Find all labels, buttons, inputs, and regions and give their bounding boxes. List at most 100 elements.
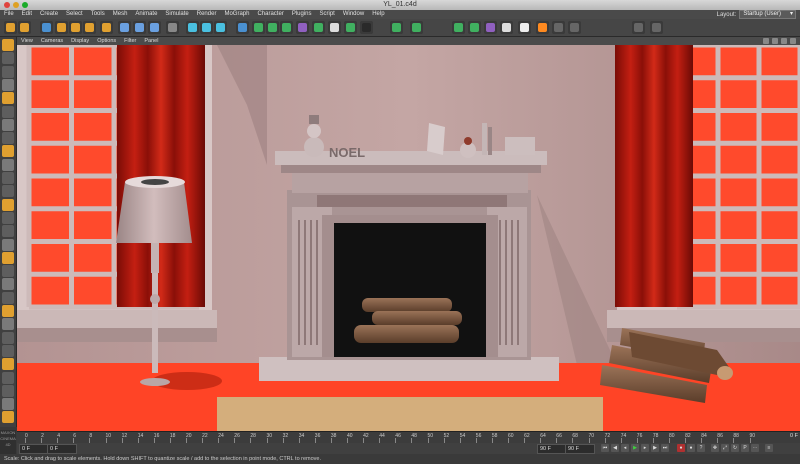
render-view-icon[interactable] bbox=[186, 21, 199, 34]
menu-render[interactable]: Render bbox=[193, 10, 221, 19]
effector-icon[interactable] bbox=[484, 21, 497, 34]
lock-icon[interactable] bbox=[568, 21, 581, 34]
snap-icon[interactable] bbox=[536, 21, 549, 34]
menu-script[interactable]: Script bbox=[316, 10, 339, 19]
render-picture-icon[interactable] bbox=[200, 21, 213, 34]
bridge-tool-icon[interactable] bbox=[2, 291, 14, 304]
window-controls[interactable] bbox=[4, 2, 28, 8]
polygons-mode-icon[interactable] bbox=[2, 105, 14, 118]
menu-window[interactable]: Window bbox=[339, 10, 368, 19]
menu-mograph[interactable]: MoGraph bbox=[220, 10, 253, 19]
go-to-start-button[interactable]: ⏮ bbox=[601, 444, 609, 452]
nurbs-icon[interactable] bbox=[410, 21, 423, 34]
light-icon[interactable] bbox=[344, 21, 357, 34]
menu-create[interactable]: Create bbox=[36, 10, 62, 19]
snap-tool-icon[interactable] bbox=[2, 158, 14, 171]
mirror-tool-icon[interactable] bbox=[2, 384, 14, 397]
zoom-window-button[interactable] bbox=[22, 2, 28, 8]
camera-icon[interactable] bbox=[328, 21, 341, 34]
cube-icon[interactable] bbox=[236, 21, 249, 34]
timeline-settings-button[interactable]: ≡ bbox=[765, 444, 773, 452]
uv-mode-icon[interactable] bbox=[2, 145, 14, 158]
select-live-icon[interactable] bbox=[40, 21, 53, 34]
previous-key-button[interactable]: ◀ bbox=[611, 444, 619, 452]
tweak-mode-icon[interactable] bbox=[2, 132, 14, 145]
viewport-menu-view[interactable]: View bbox=[17, 38, 37, 44]
viewport-menu-display[interactable]: Display bbox=[67, 38, 93, 44]
next-frame-button[interactable]: ▸ bbox=[641, 444, 649, 452]
zoom-view-icon[interactable] bbox=[772, 38, 778, 44]
points-mode-icon[interactable] bbox=[2, 78, 14, 91]
max-frame-field[interactable]: 90 F bbox=[565, 444, 595, 454]
start-frame-field[interactable]: 0 F bbox=[19, 444, 49, 454]
coord-system-icon[interactable] bbox=[166, 21, 179, 34]
play-button[interactable]: ▶ bbox=[631, 444, 639, 452]
end-frame-field[interactable]: 90 F bbox=[537, 444, 567, 454]
edges-mode-icon[interactable] bbox=[2, 92, 14, 105]
redo-icon[interactable] bbox=[18, 21, 31, 34]
layout-dropdown[interactable]: Startup (User) bbox=[739, 10, 796, 19]
texture-mode-icon[interactable] bbox=[2, 52, 14, 65]
array-icon[interactable] bbox=[280, 21, 293, 34]
tweak-tool-icon[interactable] bbox=[2, 411, 14, 424]
menu-plugins[interactable]: Plugins bbox=[288, 10, 316, 19]
toggle-view-icon[interactable] bbox=[790, 38, 796, 44]
soft-select-icon[interactable] bbox=[2, 225, 14, 238]
menu-file[interactable]: File bbox=[0, 10, 18, 19]
move-view-icon[interactable] bbox=[763, 38, 769, 44]
bevel-tool-icon[interactable] bbox=[2, 265, 14, 278]
enable-axis-icon[interactable] bbox=[2, 185, 14, 198]
deformer-icon[interactable] bbox=[296, 21, 309, 34]
previous-frame-button[interactable]: ◂ bbox=[621, 444, 629, 452]
magnet-tool-icon[interactable] bbox=[2, 238, 14, 251]
axis-mode-icon[interactable] bbox=[2, 118, 14, 131]
viewport-menu-panel[interactable]: Panel bbox=[140, 38, 162, 44]
lock-workplane-icon[interactable] bbox=[2, 172, 14, 184]
min-frame-field[interactable]: 0 F bbox=[47, 444, 77, 454]
3d-viewport[interactable]: NOEL bbox=[17, 45, 800, 431]
scene-icon[interactable] bbox=[518, 21, 531, 34]
knife-tool-icon[interactable] bbox=[2, 251, 14, 264]
undo-icon[interactable] bbox=[4, 21, 17, 34]
menu-edit[interactable]: Edit bbox=[18, 10, 36, 19]
render-settings-icon[interactable] bbox=[214, 21, 227, 34]
paint-tool-icon[interactable] bbox=[2, 198, 14, 211]
rotation-key-button[interactable]: ↻ bbox=[731, 444, 739, 452]
smooth-tool-icon[interactable] bbox=[2, 358, 14, 371]
parameter-key-button[interactable]: P bbox=[741, 444, 749, 452]
menu-select[interactable]: Select bbox=[62, 10, 87, 19]
x-axis-icon[interactable] bbox=[118, 21, 131, 34]
arrow-right-icon[interactable] bbox=[650, 21, 663, 34]
close-window-button[interactable] bbox=[4, 2, 10, 8]
rotate-icon[interactable] bbox=[83, 21, 96, 34]
scale-key-button[interactable]: ⤢ bbox=[721, 444, 729, 452]
material-icon[interactable] bbox=[360, 21, 373, 34]
cloner-icon[interactable] bbox=[468, 21, 481, 34]
scale-icon[interactable] bbox=[69, 21, 82, 34]
extrude-tool-icon[interactable] bbox=[2, 278, 14, 291]
y-axis-icon[interactable] bbox=[133, 21, 146, 34]
slide-tool-icon[interactable] bbox=[2, 318, 14, 331]
point-level-key-button[interactable]: ⋯ bbox=[751, 444, 759, 452]
brush-tool-icon[interactable] bbox=[2, 344, 14, 357]
tag-icon[interactable] bbox=[500, 21, 513, 34]
next-key-button[interactable]: ▶ bbox=[651, 444, 659, 452]
select-tool-icon[interactable] bbox=[100, 21, 113, 34]
sculpt-tool-icon[interactable] bbox=[2, 211, 14, 224]
go-to-end-button[interactable]: ⏭ bbox=[661, 444, 669, 452]
menu-help[interactable]: Help bbox=[368, 10, 388, 19]
align-tool-icon[interactable] bbox=[2, 398, 14, 411]
minimize-window-button[interactable] bbox=[13, 2, 19, 8]
position-key-button[interactable]: ✥ bbox=[711, 444, 719, 452]
spline-icon[interactable] bbox=[390, 21, 403, 34]
viewport-menu-options[interactable]: Options bbox=[93, 38, 120, 44]
iron-tool-icon[interactable] bbox=[2, 331, 14, 344]
menu-mesh[interactable]: Mesh bbox=[109, 10, 132, 19]
menu-character[interactable]: Character bbox=[253, 10, 287, 19]
move-icon[interactable] bbox=[55, 21, 68, 34]
menu-simulate[interactable]: Simulate bbox=[161, 10, 192, 19]
menu-tools[interactable]: Tools bbox=[87, 10, 109, 19]
weld-tool-icon[interactable] bbox=[2, 305, 14, 317]
subdivision-icon[interactable] bbox=[266, 21, 279, 34]
z-axis-icon[interactable] bbox=[148, 21, 161, 34]
